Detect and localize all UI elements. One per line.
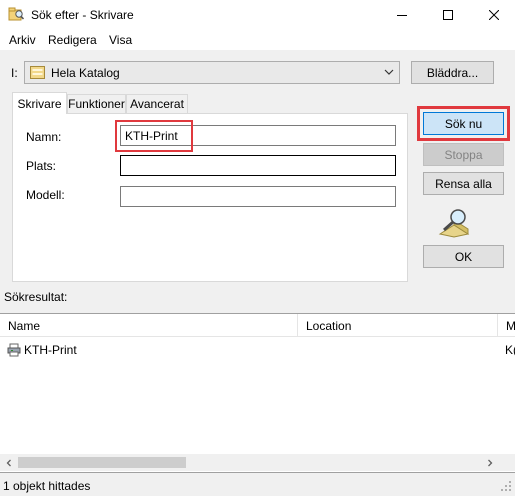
- status-bar: 1 objekt hittades: [0, 474, 515, 496]
- minimize-button[interactable]: [379, 0, 425, 30]
- close-icon: [489, 10, 499, 20]
- title-bar[interactable]: Sök efter - Skrivare: [0, 0, 515, 30]
- table-row[interactable]: KTH-Print K(: [0, 340, 515, 360]
- column-model[interactable]: M: [498, 314, 515, 337]
- menu-bar: Arkiv Redigera Visa: [0, 30, 515, 50]
- find-printer-icon: [8, 7, 24, 21]
- scroll-right-button[interactable]: [481, 454, 498, 471]
- maximize-button[interactable]: [425, 0, 471, 30]
- minimize-icon: [397, 15, 407, 16]
- menu-visa[interactable]: Visa: [109, 33, 132, 47]
- model-label: Modell:: [26, 188, 65, 202]
- resize-grip-icon[interactable]: [500, 480, 512, 492]
- status-text: 1 objekt hittades: [3, 479, 91, 493]
- tab-avancerat[interactable]: Avancerat: [126, 94, 188, 114]
- stop-button[interactable]: Stoppa: [423, 143, 504, 166]
- location-field[interactable]: [120, 155, 396, 176]
- printer-icon: [7, 343, 21, 357]
- directory-icon: [30, 66, 45, 79]
- scroll-left-button[interactable]: [0, 454, 17, 471]
- result-name: KTH-Print: [24, 343, 77, 357]
- location-field-label: Plats:: [26, 159, 57, 173]
- location-label: I:: [11, 66, 18, 80]
- tab-funktioner[interactable]: Funktioner: [67, 94, 126, 114]
- scroll-thumb[interactable]: [18, 457, 186, 468]
- search-results-label: Sökresultat:: [4, 290, 68, 304]
- ok-button[interactable]: OK: [423, 245, 504, 268]
- column-header: Name Location M: [0, 314, 515, 337]
- model-field[interactable]: [120, 186, 396, 207]
- results-list[interactable]: Name Location M KTH-Print K(: [0, 313, 515, 473]
- column-location[interactable]: Location: [298, 314, 498, 337]
- close-button[interactable]: [471, 0, 515, 30]
- menu-redigera[interactable]: Redigera: [48, 33, 97, 47]
- menu-arkiv[interactable]: Arkiv: [9, 33, 36, 47]
- name-label: Namn:: [26, 130, 62, 144]
- location-value: Hela Katalog: [51, 66, 120, 80]
- result-model: K(: [505, 343, 515, 357]
- clear-all-button[interactable]: Rensa alla: [423, 172, 504, 195]
- search-button-highlight: [417, 106, 510, 141]
- chevron-down-icon: [384, 69, 394, 75]
- chevron-right-icon: [487, 459, 492, 466]
- column-name[interactable]: Name: [0, 314, 298, 337]
- window-title: Sök efter - Skrivare: [31, 8, 134, 22]
- location-dropdown[interactable]: Hela Katalog: [24, 61, 400, 84]
- name-field-highlight: [115, 120, 193, 152]
- horizontal-scrollbar[interactable]: [0, 454, 515, 471]
- chevron-left-icon: [6, 459, 11, 466]
- search-magnifier-icon: [438, 209, 470, 238]
- tab-skrivare[interactable]: Skrivare: [12, 92, 67, 114]
- maximize-icon: [443, 10, 453, 20]
- browse-button[interactable]: Bläddra...: [411, 61, 494, 84]
